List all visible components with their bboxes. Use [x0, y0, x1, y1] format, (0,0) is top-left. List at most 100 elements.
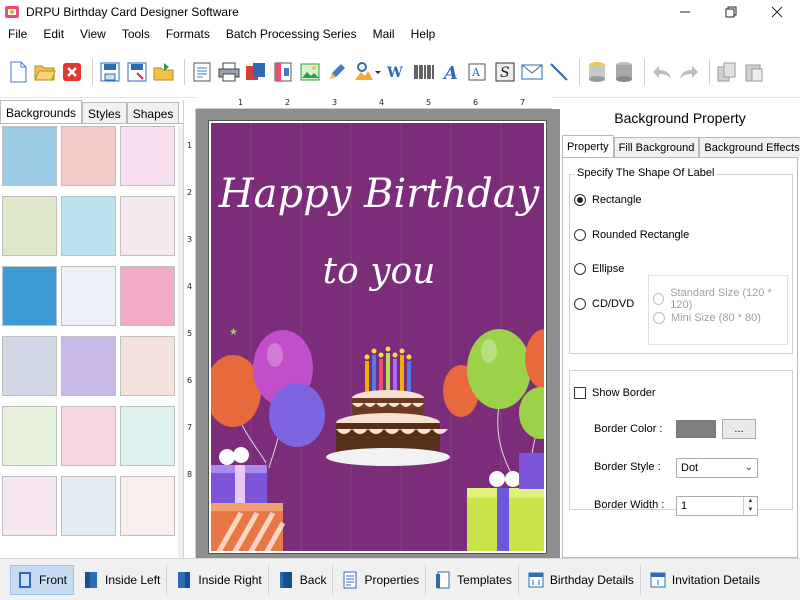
border-width-value: 1: [681, 500, 688, 512]
tab-shapes[interactable]: Shapes: [126, 102, 180, 123]
paste-icon: [745, 64, 763, 81]
radio-rounded-rectangle-label: Rounded Rectangle: [592, 229, 690, 241]
tab-fill-background[interactable]: Fill Background: [613, 137, 700, 157]
ruler-number: 8: [187, 470, 193, 479]
page-setup-button[interactable]: [190, 60, 214, 84]
text-button[interactable]: A: [439, 60, 463, 84]
paste-button[interactable]: [742, 60, 766, 84]
mail-button[interactable]: [520, 60, 544, 84]
menu-file[interactable]: File: [0, 24, 35, 44]
cd-size-group: Standard Size (120 * 120) Mini Size (80 …: [648, 275, 788, 345]
pen-icon: [330, 63, 345, 79]
radio-standard-size[interactable]: Standard Size (120 * 120): [653, 287, 787, 311]
open-button[interactable]: [33, 60, 57, 84]
close-file-button[interactable]: [60, 60, 84, 84]
show-border-label: Show Border: [592, 387, 656, 399]
background-thumbnail-balloon-bunch-bg[interactable]: [61, 476, 116, 536]
radio-ellipse[interactable]: Ellipse: [574, 263, 624, 275]
background-thumbnail-birthday-pink-bg[interactable]: [120, 266, 175, 326]
insert-image-button[interactable]: [298, 60, 322, 84]
text-box-button[interactable]: A: [466, 60, 490, 84]
border-color-swatch[interactable]: [676, 420, 716, 438]
radio-mini-size[interactable]: Mini Size (80 * 80): [653, 312, 761, 324]
border-width-stepper[interactable]: 1 ▲ ▼: [676, 496, 758, 516]
background-thumbnail-stars-bg[interactable]: [2, 266, 57, 326]
birthday-details-button[interactable]: Birthday Details: [522, 564, 641, 595]
back-page-icon: [279, 571, 292, 588]
copy-pages-button[interactable]: [244, 60, 268, 84]
back-label: Back: [299, 572, 327, 587]
background-thumbnail-butterfly-bg[interactable]: [120, 126, 175, 186]
inside-right-button[interactable]: Inside Right: [170, 564, 269, 595]
border-color-picker-button[interactable]: ...: [722, 419, 756, 439]
restore-button[interactable]: [708, 0, 754, 24]
design-canvas[interactable]: Happy Birthday to you ★: [196, 109, 560, 558]
redo-button[interactable]: [677, 60, 701, 84]
background-thumbnail-clouds-bg[interactable]: [2, 126, 57, 186]
minimize-button[interactable]: [662, 0, 708, 24]
tab-property[interactable]: Property: [562, 135, 614, 157]
radio-cd-dvd[interactable]: CD/DVD: [574, 298, 634, 310]
ruler-number: 5: [187, 329, 193, 338]
app-logo-icon: [5, 6, 19, 18]
properties-button[interactable]: Properties: [336, 564, 427, 595]
birthday-card[interactable]: Happy Birthday to you ★: [208, 120, 547, 554]
database-button[interactable]: [585, 60, 609, 84]
menu-mail[interactable]: Mail: [365, 24, 403, 44]
left-panel-tabs: Backgrounds Styles Shapes: [0, 100, 183, 124]
menu-help[interactable]: Help: [403, 24, 444, 44]
radio-cd-dvd-label: CD/DVD: [592, 298, 635, 310]
save-button[interactable]: [98, 60, 122, 84]
line-tool-button[interactable]: [547, 60, 571, 84]
front-button[interactable]: Front: [10, 564, 75, 595]
minimize-icon: [680, 11, 690, 13]
radio-rectangle[interactable]: Rectangle: [574, 194, 642, 206]
background-thumbnail-kids-bg[interactable]: [61, 196, 116, 256]
background-thumbnail-pink-hearts-bg[interactable]: [61, 406, 116, 466]
database-settings-button[interactable]: [612, 60, 636, 84]
close-button[interactable]: [754, 0, 800, 24]
menu-batch-processing[interactable]: Batch Processing Series: [218, 24, 365, 44]
tab-backgrounds[interactable]: Backgrounds: [0, 100, 83, 123]
export-button[interactable]: [152, 60, 176, 84]
picture-button[interactable]: [352, 60, 382, 84]
undo-button[interactable]: [650, 60, 674, 84]
menu-edit[interactable]: Edit: [35, 24, 72, 44]
wordart-button[interactable]: W: [385, 60, 409, 84]
new-file-button[interactable]: [6, 60, 30, 84]
background-thumbnail-bunny-balloon-bg[interactable]: [120, 196, 175, 256]
print-button[interactable]: [217, 60, 241, 84]
menu-tools[interactable]: Tools: [114, 24, 158, 44]
radio-standard-size-label: Standard Size (120 * 120): [670, 287, 772, 311]
inside-left-button[interactable]: Inside Left: [77, 564, 168, 595]
copy-button[interactable]: [715, 60, 739, 84]
tab-styles[interactable]: Styles: [82, 102, 127, 123]
show-border-checkbox[interactable]: Show Border: [574, 387, 656, 399]
background-thumbnail-happy-birthday-bg[interactable]: [2, 406, 57, 466]
templates-button[interactable]: Templates: [429, 564, 519, 595]
background-thumbnail-balloons-bg[interactable]: [61, 266, 116, 326]
background-thumbnail-red-hearts-bg[interactable]: [120, 476, 175, 536]
spin-arrows-icon[interactable]: ▲ ▼: [743, 497, 757, 515]
background-thumbnail-pink-swirl-bg[interactable]: [61, 126, 116, 186]
back-button[interactable]: Back: [272, 564, 334, 595]
menu-formats[interactable]: Formats: [158, 24, 218, 44]
background-thumbnail-bubbles-bg[interactable]: [2, 336, 57, 396]
background-thumbnail-daisy-bg[interactable]: [2, 196, 57, 256]
save-as-button[interactable]: [125, 60, 149, 84]
pen-tool-button[interactable]: [325, 60, 349, 84]
background-thumbnail-confetti-bg[interactable]: [120, 406, 175, 466]
menu-view[interactable]: View: [72, 24, 114, 44]
invitation-details-button[interactable]: Invitation Details: [644, 565, 766, 595]
ruler-number: 3: [332, 98, 338, 107]
background-thumbnail-colorful-hearts-bg[interactable]: [2, 476, 57, 536]
background-thumbnail-rainbow-bg[interactable]: [61, 336, 116, 396]
backgrounds-panel: Backgrounds Styles Shapes: [0, 100, 184, 558]
signature-button[interactable]: S: [493, 60, 517, 84]
tab-background-effects[interactable]: Background Effects: [699, 137, 800, 157]
border-style-select[interactable]: Dot ⌄: [676, 458, 758, 478]
background-thumbnail-floral-bg[interactable]: [120, 336, 175, 396]
radio-rounded-rectangle[interactable]: Rounded Rectangle: [574, 229, 689, 241]
barcode-button[interactable]: [412, 60, 436, 84]
pdf-button[interactable]: [271, 60, 295, 84]
